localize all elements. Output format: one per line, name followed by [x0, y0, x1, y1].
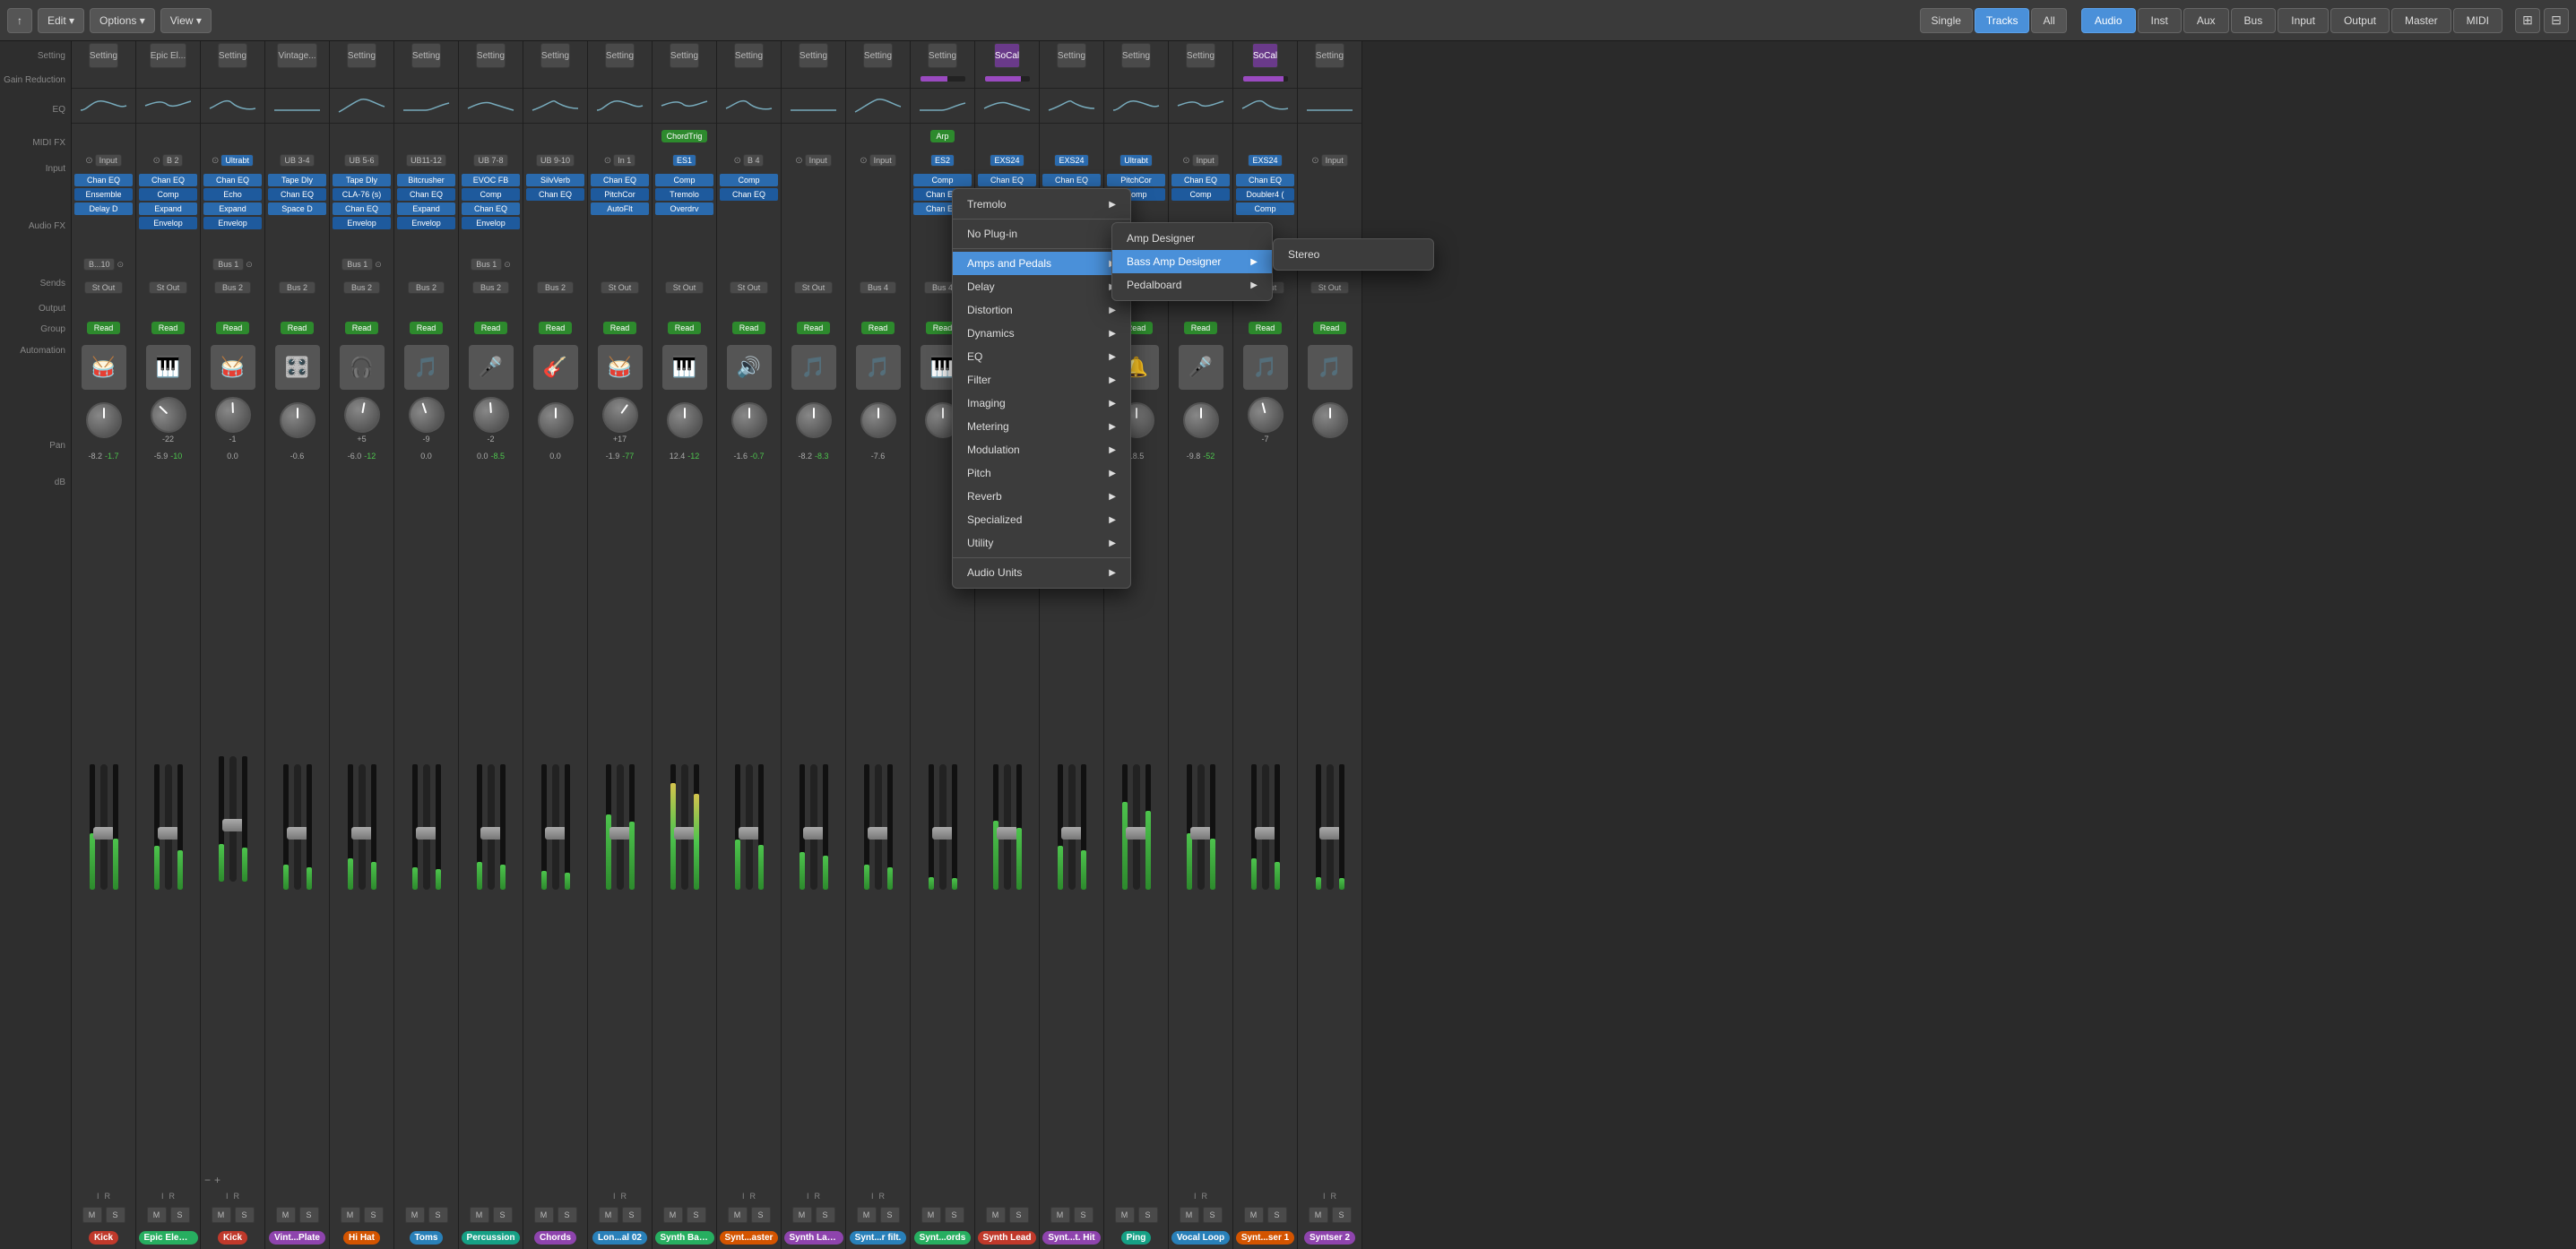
menu-item-eq[interactable]: EQ ▶ [953, 345, 1130, 368]
menu-item-delay[interactable]: Delay ▶ [953, 275, 1130, 298]
submenu-arrow-pitch: ▶ [1109, 469, 1116, 478]
submenu-item-pedalboard[interactable]: Pedalboard ▶ [1112, 273, 1272, 297]
submenu-amps-pedals: Amp Designer Bass Amp Designer ▶ Pedalbo… [1111, 222, 1273, 301]
submenu-item-stereo[interactable]: Stereo [1274, 243, 1433, 266]
submenu-arrow-reverb: ▶ [1109, 492, 1116, 502]
menu-item-metering[interactable]: Metering ▶ [953, 415, 1130, 438]
submenu-arrow-distortion: ▶ [1109, 306, 1116, 315]
submenu-arrow-pedalboard: ▶ [1250, 280, 1258, 290]
menu-item-imaging[interactable]: Imaging ▶ [953, 392, 1130, 415]
submenu-arrow-bass-amp: ▶ [1250, 257, 1258, 267]
submenu-item-amp-designer[interactable]: Amp Designer [1112, 227, 1272, 250]
menu-item-dynamics[interactable]: Dynamics ▶ [953, 322, 1130, 345]
submenu-arrow-modulation: ▶ [1109, 445, 1116, 455]
submenu-arrow-specialized: ▶ [1109, 515, 1116, 525]
menu-item-filter[interactable]: Filter ▶ [953, 368, 1130, 392]
menu-separator-1 [953, 219, 1130, 220]
submenu-arrow-eq: ▶ [1109, 352, 1116, 362]
submenu-arrow-metering: ▶ [1109, 422, 1116, 432]
menu-item-audio-units[interactable]: Audio Units ▶ [953, 561, 1130, 584]
menu-separator-3 [953, 557, 1130, 558]
submenu-arrow-utility: ▶ [1109, 538, 1116, 548]
submenu-arrow-imaging: ▶ [1109, 399, 1116, 409]
context-menu-main: Tremolo ▶ No Plug-in Amps and Pedals ▶ D… [952, 188, 1131, 589]
menu-item-distortion[interactable]: Distortion ▶ [953, 298, 1130, 322]
menu-item-no-plugin[interactable]: No Plug-in [953, 222, 1130, 245]
menu-item-pitch[interactable]: Pitch ▶ [953, 461, 1130, 485]
menu-item-modulation[interactable]: Modulation ▶ [953, 438, 1130, 461]
submenu-arrow-audio-units: ▶ [1109, 568, 1116, 578]
submenu-arrow-tremolo: ▶ [1109, 200, 1116, 210]
menu-separator-2 [953, 248, 1130, 249]
menu-item-reverb[interactable]: Reverb ▶ [953, 485, 1130, 508]
menu-item-amps-pedals[interactable]: Amps and Pedals ▶ [953, 252, 1130, 275]
submenu-arrow-dynamics: ▶ [1109, 329, 1116, 339]
context-menu-overlay[interactable]: Tremolo ▶ No Plug-in Amps and Pedals ▶ D… [0, 0, 2576, 1249]
submenu-arrow-filter: ▶ [1109, 375, 1116, 385]
submenu-item-bass-amp[interactable]: Bass Amp Designer ▶ [1112, 250, 1272, 273]
menu-item-specialized[interactable]: Specialized ▶ [953, 508, 1130, 531]
submenu-bass-amp: Stereo [1273, 238, 1434, 271]
menu-item-utility[interactable]: Utility ▶ [953, 531, 1130, 555]
menu-item-tremolo[interactable]: Tremolo ▶ [953, 193, 1130, 216]
